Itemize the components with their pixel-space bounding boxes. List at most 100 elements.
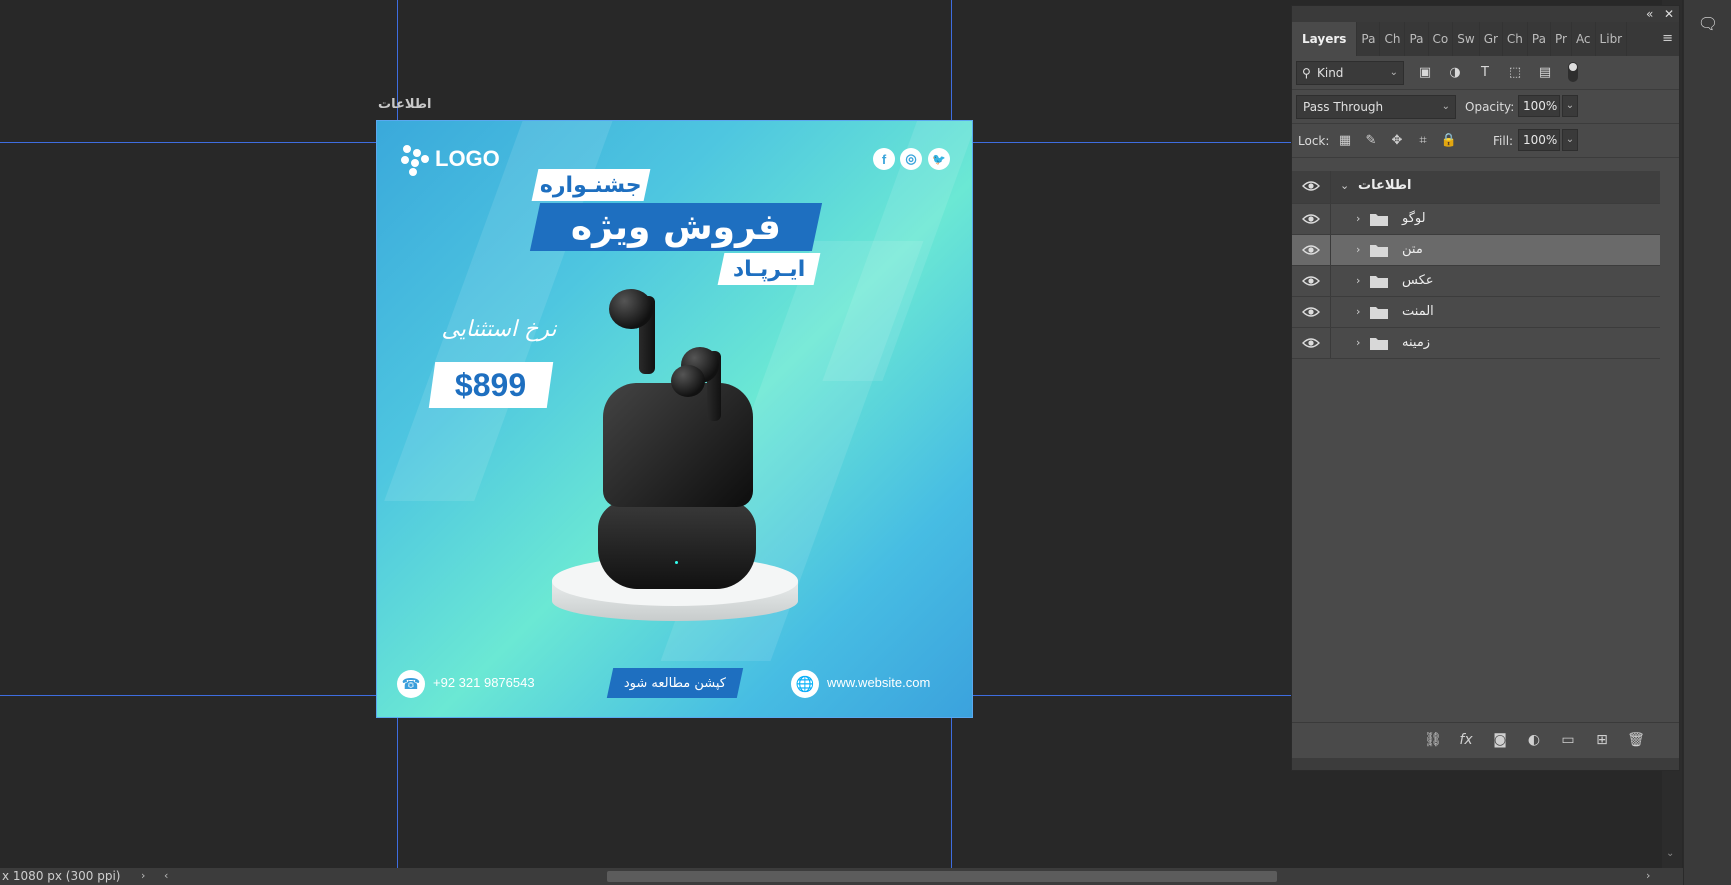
airpod-tag-text: ایـرپـاد — [732, 256, 806, 282]
folder-icon — [1370, 307, 1388, 319]
layer-divider — [1330, 204, 1331, 234]
lock-artboard-icon[interactable]: ⌗ — [1414, 132, 1432, 150]
chevron-right-icon[interactable]: › — [1356, 212, 1360, 225]
panel-menu-icon[interactable]: ≡ — [1662, 31, 1673, 46]
document-info[interactable]: x 1080 px (300 ppi) — [2, 869, 120, 883]
earbuds-case-lid — [603, 383, 753, 507]
filter-smart-object-icon[interactable]: ▤ — [1536, 64, 1554, 82]
tab-swatches[interactable]: Sw — [1453, 22, 1480, 56]
chevron-right-icon[interactable]: › — [1356, 305, 1360, 318]
chevron-right-icon[interactable]: › — [1356, 243, 1360, 256]
opacity-input[interactable]: 100% — [1518, 95, 1560, 117]
filter-toggle-knob — [1569, 63, 1577, 71]
layer-group-element[interactable]: › المنت — [1292, 297, 1660, 328]
filter-kind-dropdown[interactable]: ⚲ Kind ⌄ — [1296, 61, 1404, 85]
layer-name: متن — [1402, 242, 1423, 257]
filter-pixel-icon[interactable]: ▣ — [1416, 64, 1434, 82]
layer-group-info[interactable]: ⌄ اطلاعات — [1292, 171, 1660, 204]
price-label: نرخ استثنایی — [441, 317, 557, 342]
eye-icon[interactable] — [1302, 334, 1320, 352]
folder-icon — [1370, 245, 1388, 257]
eye-icon[interactable] — [1302, 303, 1320, 321]
layer-group-text[interactable]: › متن — [1292, 235, 1660, 266]
layer-divider — [1330, 235, 1331, 265]
panel-title-bar[interactable]: « ✕ — [1292, 6, 1679, 22]
layers-panel: « ✕ Layers Pa Ch Pa Co Sw Gr Ch Pa Pr Ac… — [1291, 5, 1680, 771]
tab-layers[interactable]: Layers — [1292, 22, 1358, 56]
layer-divider — [1330, 171, 1331, 203]
tab-properties[interactable]: Pr — [1551, 22, 1572, 56]
tab-character[interactable]: Ch — [1503, 22, 1528, 56]
scroll-down-arrow-icon[interactable]: ⌄ — [1666, 848, 1674, 859]
tab-color[interactable]: Co — [1429, 22, 1454, 56]
filter-type-icon[interactable]: T — [1476, 64, 1494, 82]
blend-row: Pass Through ⌄ Opacity: 100% ⌄ — [1292, 90, 1679, 124]
fx-icon[interactable]: fx — [1456, 731, 1476, 749]
price-value: $899 — [455, 366, 527, 403]
opacity-chevron-icon[interactable]: ⌄ — [1562, 95, 1578, 117]
lock-move-icon[interactable]: ✥ — [1388, 132, 1406, 150]
folder-icon — [1370, 338, 1388, 350]
search-icon: ⚲ — [1302, 66, 1311, 80]
earbud-left — [609, 289, 653, 329]
tab-actions[interactable]: Ac — [1572, 22, 1596, 56]
new-layer-icon[interactable]: ⊞ — [1592, 731, 1612, 749]
scroll-right-arrow-icon[interactable]: › — [1646, 869, 1650, 882]
comment-icon[interactable]: 🗨 — [1696, 14, 1720, 36]
lock-paint-brush-icon[interactable]: ✎ — [1362, 132, 1380, 150]
artboard-canvas[interactable]: LOGO f ◎ 🐦 جشنـواره فروش ویژه ایـرپـاد ن… — [376, 120, 973, 718]
layer-name: المنت — [1402, 304, 1434, 319]
layer-name: اطلاعات — [1358, 178, 1412, 193]
layer-name: لوگو — [1402, 211, 1426, 226]
lock-all-icon[interactable]: 🔒 — [1440, 132, 1458, 150]
layer-group-logo[interactable]: › لوگو — [1292, 204, 1660, 235]
chevron-right-icon[interactable]: › — [1356, 274, 1360, 287]
filter-row: ⚲ Kind ⌄ ▣ ◑ T ⬚ ▤ — [1292, 56, 1679, 90]
price-box: $899 — [428, 362, 554, 408]
filter-toggle[interactable] — [1568, 62, 1578, 82]
fill-chevron-icon[interactable]: ⌄ — [1562, 129, 1578, 151]
close-panel-icon[interactable]: ✕ — [1664, 6, 1674, 22]
add-mask-icon[interactable]: ◙ — [1490, 731, 1510, 749]
artboard-label[interactable]: اطلاعات — [378, 97, 431, 112]
chevron-down-icon[interactable]: ⌄ — [1340, 179, 1349, 192]
logo-mark-icon — [401, 145, 429, 176]
chevron-right-icon[interactable]: › — [1356, 336, 1360, 349]
tab-patterns[interactable]: Pa — [1528, 22, 1551, 56]
filter-adjustment-icon[interactable]: ◑ — [1446, 64, 1464, 82]
panel-resize-grip[interactable] — [1292, 758, 1679, 770]
caption-text: کپشن مطالعه شود — [623, 675, 727, 691]
eye-icon[interactable] — [1302, 210, 1320, 228]
filter-shape-icon[interactable]: ⬚ — [1506, 64, 1524, 82]
right-dock-strip: 🗨 — [1683, 0, 1731, 885]
chevron-right-icon[interactable]: › — [141, 869, 145, 882]
eye-icon[interactable] — [1302, 241, 1320, 259]
eye-icon[interactable] — [1302, 272, 1320, 290]
layer-group-background[interactable]: › زمینه — [1292, 328, 1660, 359]
collapse-panel-icon[interactable]: « — [1646, 6, 1653, 22]
case-led — [675, 561, 678, 564]
status-bar: x 1080 px (300 ppi) › ‹ › — [0, 868, 1683, 885]
new-group-folder-icon[interactable]: ▭ — [1558, 731, 1578, 749]
trash-icon[interactable]: 🗑 — [1626, 731, 1646, 749]
fill-label: Fill: — [1493, 134, 1514, 148]
link-layers-icon[interactable]: ⛓ — [1423, 731, 1443, 749]
fill-input[interactable]: 100% — [1518, 129, 1560, 151]
layer-name: زمینه — [1402, 335, 1431, 350]
tab-libraries[interactable]: Libr — [1596, 22, 1628, 56]
eye-icon[interactable] — [1302, 177, 1320, 195]
adjustment-layer-icon[interactable]: ◐ — [1524, 731, 1544, 749]
blend-mode-dropdown[interactable]: Pass Through ⌄ — [1296, 95, 1456, 119]
layer-group-image[interactable]: › عکس — [1292, 266, 1660, 297]
tab-paragraph[interactable]: Pa — [1405, 22, 1429, 56]
horizontal-scrollbar-thumb[interactable] — [607, 871, 1277, 882]
scroll-left-arrow-icon[interactable]: ‹ — [164, 869, 168, 882]
lock-transparent-icon[interactable]: ▦ — [1336, 132, 1354, 150]
opacity-label: Opacity: — [1465, 100, 1515, 114]
layer-divider — [1330, 328, 1331, 358]
tab-gradients[interactable]: Gr — [1480, 22, 1503, 56]
tab-channels[interactable]: Ch — [1380, 22, 1406, 56]
blend-mode-value: Pass Through — [1303, 100, 1384, 114]
filter-kind-value: Kind — [1317, 66, 1344, 80]
tab-paths[interactable]: Pa — [1357, 22, 1381, 56]
